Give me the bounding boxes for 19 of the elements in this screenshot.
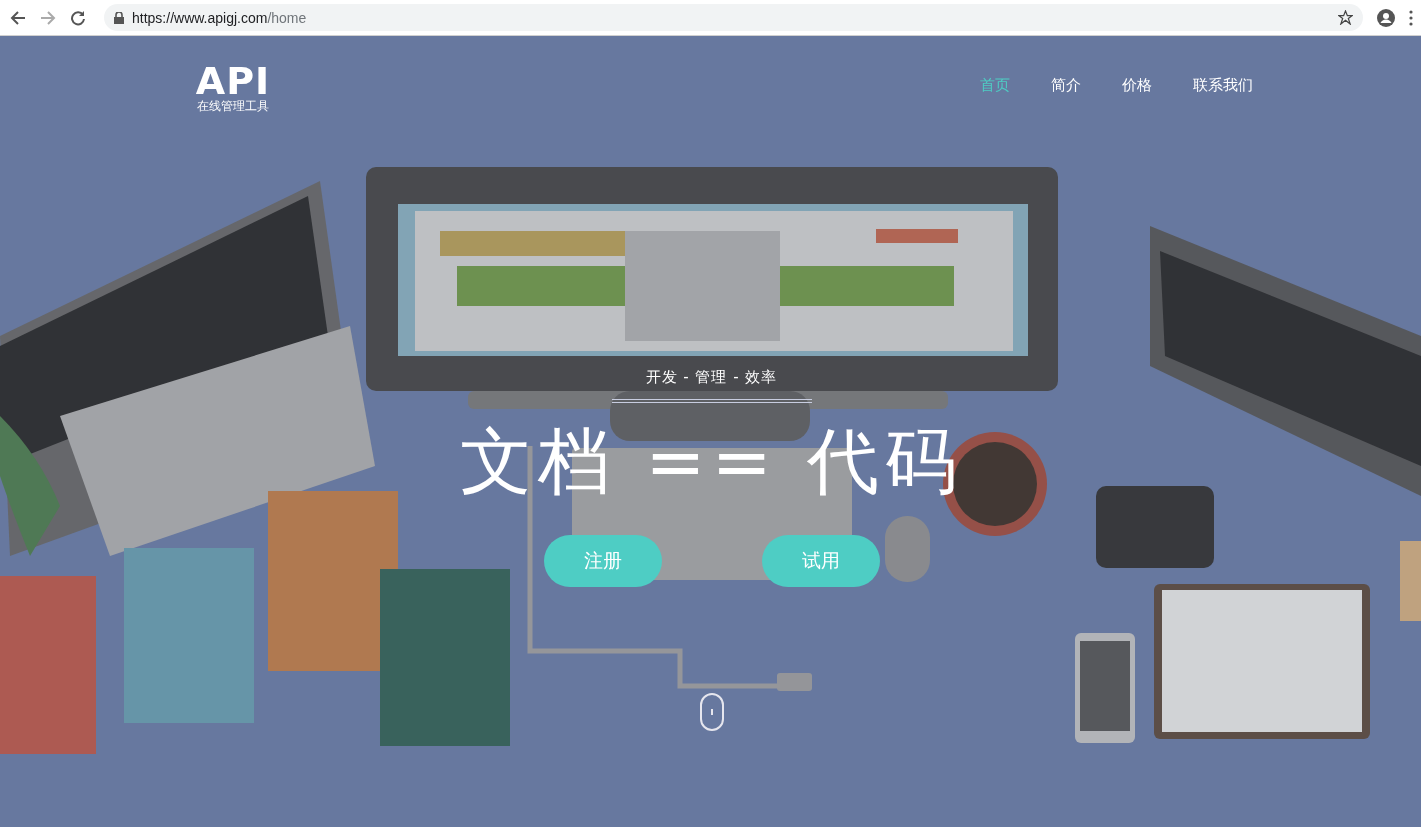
url-host: https://www.apigj.com: [132, 9, 268, 26]
address-bar[interactable]: https://www.apigj.com/home: [104, 4, 1363, 31]
nav-link[interactable]: 简介: [1051, 75, 1081, 95]
lock-icon: [114, 11, 124, 24]
nav-link[interactable]: 联系我们: [1193, 75, 1253, 95]
menu-icon[interactable]: [1409, 9, 1413, 26]
url-path: /home: [267, 9, 307, 26]
nav-link[interactable]: 首页: [980, 75, 1010, 95]
logo-subtitle: 在线管理工具: [197, 99, 269, 113]
nav-link[interactable]: 价格: [1122, 75, 1152, 95]
site-logo[interactable]: API 在线管理工具: [194, 63, 272, 113]
account-icon[interactable]: [1377, 8, 1395, 27]
headline: 文档 == 代码: [460, 425, 963, 497]
tagline: 开发 - 管理 - 效率: [645, 368, 778, 387]
logo-text: API: [195, 63, 271, 99]
back-icon[interactable]: [10, 9, 26, 26]
star-icon[interactable]: [1338, 10, 1353, 25]
reload-icon[interactable]: [70, 9, 86, 26]
scroll-down-icon[interactable]: [699, 693, 724, 731]
